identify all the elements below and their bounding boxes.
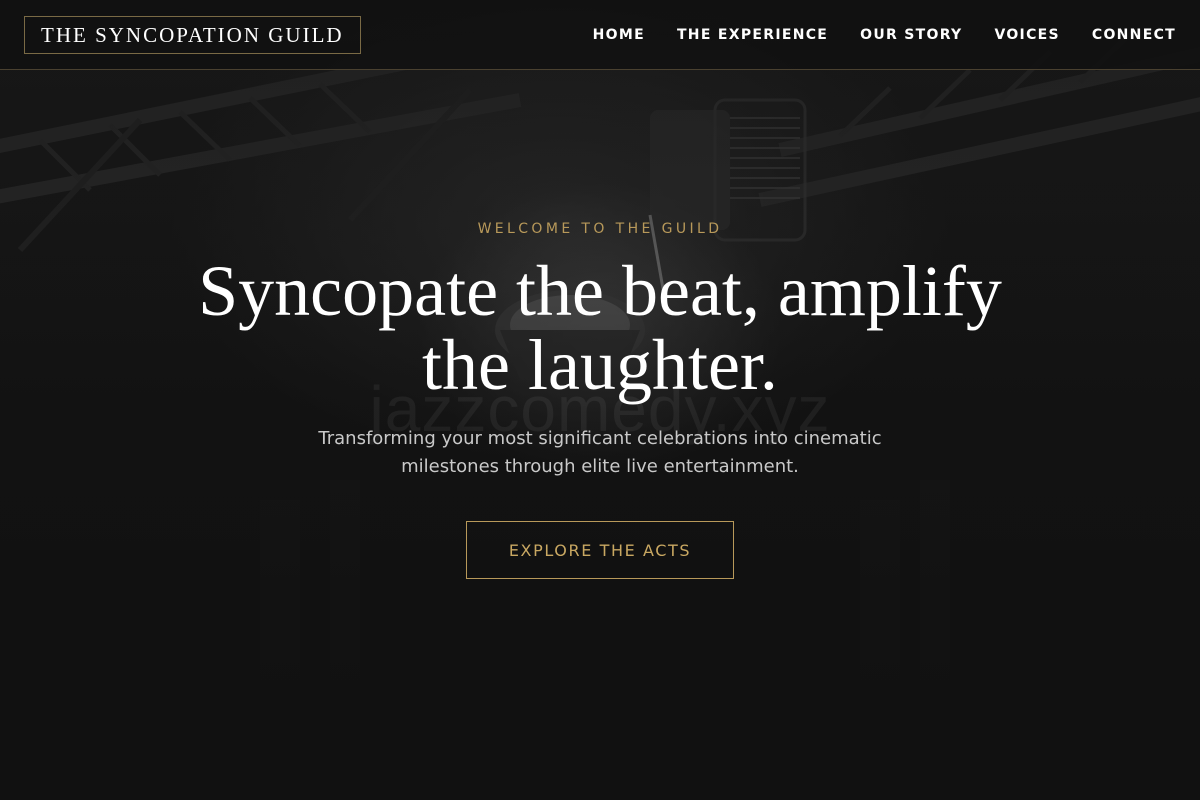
site-header: THE SYNCOPATION GUILD HOME THE EXPERIENC…: [0, 0, 1200, 70]
hero-headline: Syncopate the beat, amplify the laughter…: [198, 251, 1002, 405]
nav-link-home[interactable]: HOME: [593, 27, 645, 43]
nav-link-voices[interactable]: VOICES: [994, 27, 1059, 43]
explore-acts-button[interactable]: EXPLORE THE ACTS: [466, 521, 734, 579]
hero-subtext: Transforming your most significant celeb…: [318, 428, 882, 477]
nav-link-our-story[interactable]: OUR STORY: [860, 27, 962, 43]
site-logo[interactable]: THE SYNCOPATION GUILD: [24, 16, 361, 54]
nav-link-connect[interactable]: CONNECT: [1092, 27, 1176, 43]
nav-link-the-experience[interactable]: THE EXPERIENCE: [677, 27, 828, 43]
hero-eyebrow: WELCOME TO THE GUILD: [477, 221, 723, 237]
main-nav: HOME THE EXPERIENCE OUR STORY VOICES CON…: [593, 0, 1176, 70]
